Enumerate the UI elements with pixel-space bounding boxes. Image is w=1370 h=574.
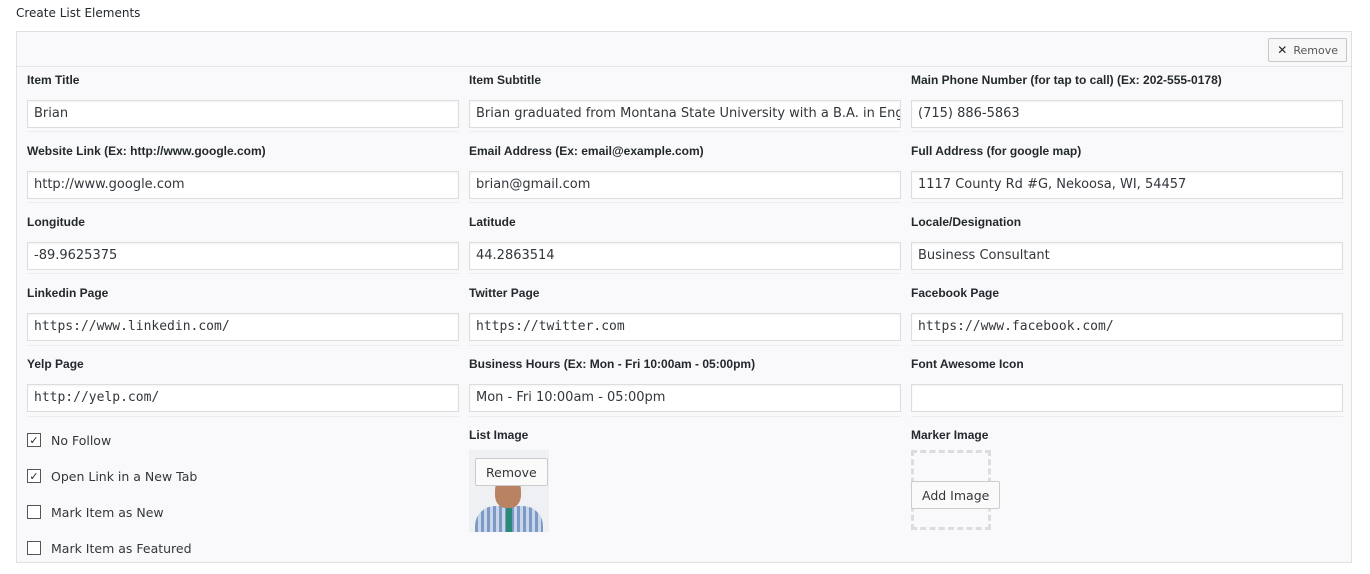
marker-image-block: Marker Image Add Image [911,426,1001,530]
item-subtitle-label: Item Subtitle [469,73,542,87]
new-tab-checkbox[interactable]: ✓ Open Link in a New Tab [27,466,197,486]
mark-featured-label: Mark Item as Featured [51,540,192,556]
linkedin-input[interactable]: https://www.linkedin.com/ [27,313,459,341]
font-awesome-field: Font Awesome Icon [911,355,1343,412]
facebook-label: Facebook Page [911,286,1000,300]
locale-field: Locale/Designation Business Consultant [911,213,1343,270]
new-tab-label: Open Link in a New Tab [51,468,198,484]
website-label: Website Link (Ex: http://www.google.com) [27,144,266,158]
full-address-label: Full Address (for google map) [911,144,1082,158]
twitter-field: Twitter Page https://twitter.com [469,284,901,341]
row-divider [469,131,901,132]
font-awesome-input[interactable] [911,384,1343,412]
remove-element-button[interactable]: ✕ Remove [1268,38,1347,62]
email-label: Email Address (Ex: email@example.com) [469,144,704,158]
linkedin-field: Linkedin Page https://www.linkedin.com/ [27,284,459,341]
locale-label: Locale/Designation [911,215,1022,229]
main-phone-field: Main Phone Number (for tap to call) (Ex:… [911,71,1343,128]
website-input[interactable]: http://www.google.com [27,171,459,199]
item-subtitle-field: Item Subtitle Brian graduated from Monta… [469,71,901,128]
full-address-input[interactable]: 1117 County Rd #G, Nekoosa, WI, 54457 [911,171,1343,199]
longitude-label: Longitude [27,215,85,229]
checkbox-checked-icon[interactable]: ✓ [27,433,41,447]
checkbox-checked-icon[interactable]: ✓ [27,469,41,483]
facebook-input[interactable]: https://www.facebook.com/ [911,313,1343,341]
longitude-input[interactable]: -89.9625375 [27,242,459,270]
row-divider [27,131,459,132]
no-follow-checkbox[interactable]: ✓ No Follow [27,430,197,450]
email-field: Email Address (Ex: email@example.com) br… [469,142,901,199]
full-address-field: Full Address (for google map) 1117 Count… [911,142,1343,199]
yelp-input[interactable]: http://yelp.com/ [27,384,459,412]
row-divider [469,273,901,274]
mark-new-label: Mark Item as New [51,504,164,520]
row-divider [469,345,901,346]
business-hours-label: Business Hours (Ex: Mon - Fri 10:00am - … [469,357,756,371]
yelp-label: Yelp Page [27,357,84,371]
add-image-button[interactable]: Add Image [911,481,1001,509]
row-divider [911,273,1343,274]
latitude-label: Latitude [469,215,516,229]
item-subtitle-input[interactable]: Brian graduated from Montana State Unive… [469,100,901,128]
website-field: Website Link (Ex: http://www.google.com)… [27,142,459,199]
linkedin-label: Linkedin Page [27,286,109,300]
row-divider [27,345,459,346]
item-title-field: Item Title Brian [27,71,459,128]
list-image-block: List Image Remove [469,426,549,532]
checkbox-empty-icon[interactable] [27,505,41,519]
row-divider [27,202,459,203]
remove-button-label: Remove [1293,43,1338,57]
latitude-field: Latitude 44.2863514 [469,213,901,270]
facebook-field: Facebook Page https://www.facebook.com/ [911,284,1343,341]
email-input[interactable]: brian@gmail.com [469,171,901,199]
portrait-tie [506,508,512,532]
panel-divider [17,66,1351,67]
row-divider [27,416,459,417]
twitter-label: Twitter Page [469,286,540,300]
remove-image-button[interactable]: Remove [475,458,548,486]
item-title-input[interactable]: Brian [27,100,459,128]
section-title: Create List Elements [16,6,141,20]
row-divider [911,202,1343,203]
twitter-input[interactable]: https://twitter.com [469,313,901,341]
item-title-label: Item Title [27,73,80,87]
no-follow-label: No Follow [51,432,112,448]
row-divider [911,345,1343,346]
latitude-input[interactable]: 44.2863514 [469,242,901,270]
list-element-panel: ✕ Remove Item Title Brian Item Subtitle … [16,31,1352,563]
locale-input[interactable]: Business Consultant [911,242,1343,270]
row-divider [469,416,901,417]
mark-new-checkbox[interactable]: Mark Item as New [27,502,197,522]
checkbox-empty-icon[interactable] [27,541,41,555]
list-image-label: List Image [469,428,529,442]
list-image-thumbnail: Remove [469,450,549,532]
business-hours-input[interactable]: Mon - Fri 10:00am - 05:00pm [469,384,901,412]
business-hours-field: Business Hours (Ex: Mon - Fri 10:00am - … [469,355,901,412]
marker-image-label: Marker Image [911,428,989,442]
row-divider [911,416,1343,417]
close-icon: ✕ [1277,43,1288,57]
mark-featured-checkbox[interactable]: Mark Item as Featured [27,538,197,558]
main-phone-input[interactable]: (715) 886-5863 [911,100,1343,128]
row-divider [469,202,901,203]
longitude-field: Longitude -89.9625375 [27,213,459,270]
row-divider [911,131,1343,132]
row-divider [27,273,459,274]
font-awesome-label: Font Awesome Icon [911,357,1024,371]
main-phone-label: Main Phone Number (for tap to call) (Ex:… [911,73,1222,87]
yelp-field: Yelp Page http://yelp.com/ [27,355,459,412]
marker-image-placeholder: Add Image [911,450,1001,530]
option-checkboxes: ✓ No Follow ✓ Open Link in a New Tab Mar… [27,430,197,574]
